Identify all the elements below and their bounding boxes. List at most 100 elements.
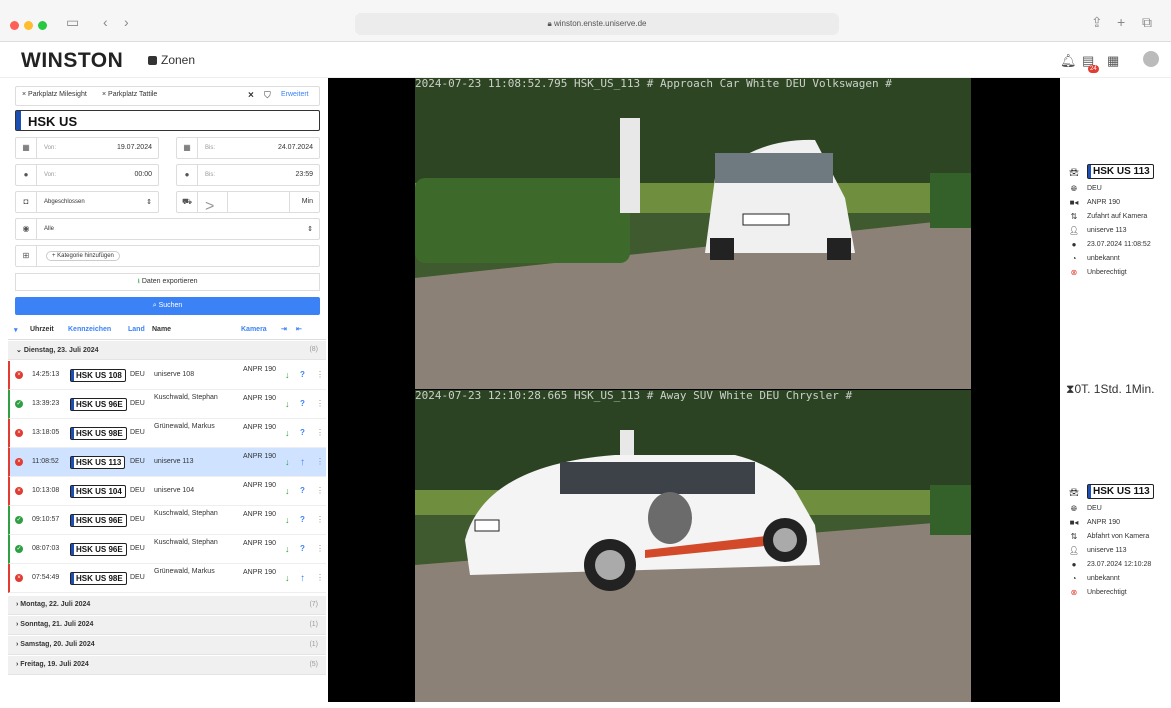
truck-icon: ⛟: [177, 192, 198, 212]
minimize-window-button[interactable]: [24, 21, 33, 30]
row-name[interactable]: uniserve 113: [154, 458, 240, 466]
category-select[interactable]: ◉ Alle ⇕: [15, 218, 320, 240]
more-actions-icon[interactable]: ⋮: [316, 486, 324, 495]
col-country[interactable]: Land: [128, 326, 145, 333]
row-time: 13:18:05: [32, 429, 60, 436]
row-plate: HSK US 113: [70, 456, 126, 469]
app-logo[interactable]: WINSTON: [21, 49, 123, 73]
chip-tattile[interactable]: × Parkplatz Tattile: [102, 91, 157, 98]
col-time[interactable]: Uhrzeit: [30, 326, 54, 333]
denied-icon: ×: [15, 487, 23, 495]
sort-icon[interactable]: ▾: [14, 326, 18, 334]
camera-image-exit[interactable]: 2024-07-23 12:10:28.665 HSK_US_113 # Awa…: [415, 390, 971, 702]
row-camera: ANPR 190: [243, 539, 276, 548]
col-plate[interactable]: Kennzeichen: [68, 326, 111, 333]
share-icon[interactable]: ⇪: [1091, 14, 1103, 31]
clear-filter-icon[interactable]: ×: [248, 90, 254, 101]
detail-direction: ⇅ Abfahrt von Kamera: [1066, 530, 1154, 544]
duration-filter[interactable]: ⛟ > Min: [176, 191, 320, 216]
check-icon: ✓: [15, 516, 23, 524]
sidebar-toggle-icon[interactable]: ▭: [66, 14, 79, 31]
row-name[interactable]: Grünewald, Markus: [154, 568, 240, 576]
table-row[interactable]: × 07:54:49 HSK US 98E DEU Grünewald, Markus A…: [8, 564, 326, 593]
compare-select[interactable]: >: [205, 198, 214, 216]
zone-filter[interactable]: × Parkplatz Milesight × Parkplatz Tattil…: [15, 86, 320, 106]
new-tab-icon[interactable]: +: [1117, 14, 1125, 30]
more-actions-icon[interactable]: ⋮: [316, 370, 324, 379]
to-date-field[interactable]: ▦ Bis: 24.07.2024: [176, 137, 320, 159]
from-date-field[interactable]: ▦ Von: 19.07.2024: [15, 137, 159, 159]
close-window-button[interactable]: [10, 21, 19, 30]
table-row[interactable]: ✓ 13:39:23 HSK US 96E DEU Kuschwald, Stephan…: [8, 390, 326, 419]
forward-icon[interactable]: ›: [124, 14, 129, 30]
from-time-field[interactable]: ● Von: 00:00: [15, 164, 159, 186]
row-camera: ANPR 190: [243, 394, 276, 403]
more-actions-icon[interactable]: ⋮: [316, 457, 324, 466]
filter-icon[interactable]: ⛉: [264, 90, 271, 101]
table-row[interactable]: × 10:13:08 HSK US 104 DEU uniserve 104 ANPR 1…: [8, 477, 326, 506]
eu-band: [16, 111, 21, 130]
detail-camera: ■◂ ANPR 190: [1066, 196, 1154, 210]
table-row[interactable]: × 13:18:05 HSK US 98E DEU Grünewald, Markus A…: [8, 419, 326, 448]
parking-icon: ◘: [16, 192, 37, 212]
row-name[interactable]: uniserve 108: [154, 371, 240, 379]
row-plate: HSK US 104: [70, 485, 126, 498]
row-camera: ANPR 190: [243, 481, 276, 490]
arrow-down-icon: ↓: [285, 428, 290, 438]
zoom-window-button[interactable]: [38, 21, 47, 30]
col-camera[interactable]: Kamera: [241, 326, 267, 333]
notification-badge: 24: [1088, 65, 1099, 73]
tabs-overview-icon[interactable]: ⧉: [1142, 14, 1152, 31]
add-category-button[interactable]: + Kategorie hinzufügen: [46, 251, 120, 261]
status-select[interactable]: ◘ Abgeschlossen ⇕: [15, 191, 159, 213]
group-row[interactable]: › Sonntag, 21. Juli 2024 (1): [8, 616, 326, 635]
back-icon[interactable]: ‹: [103, 14, 108, 30]
bell-icon[interactable]: 🔔︎: [1060, 53, 1077, 69]
row-name[interactable]: Kuschwald, Stephan: [154, 394, 240, 402]
group-row[interactable]: › Montag, 22. Juli 2024 (7): [8, 596, 326, 615]
avatar[interactable]: [1143, 51, 1159, 67]
to-time-field[interactable]: ● Bis: 23:59: [176, 164, 320, 186]
row-name[interactable]: uniserve 104: [154, 487, 240, 495]
row-name[interactable]: Kuschwald, Stephan: [154, 539, 240, 547]
more-actions-icon[interactable]: ⋮: [316, 515, 324, 524]
video-camera-icon: ■◂: [1069, 518, 1079, 527]
detail-auth: ⊗ Unberechtigt: [1066, 266, 1154, 280]
search-button[interactable]: ⌕ Suchen: [15, 297, 320, 315]
exit-icon: ⇤: [296, 326, 302, 333]
table-row[interactable]: ✓ 09:10:57 HSK US 96E DEU Kuschwald, Stephan…: [8, 506, 326, 535]
row-name[interactable]: Grünewald, Markus: [154, 423, 240, 431]
table-row[interactable]: ✓ 08:07:03 HSK US 96E DEU Kuschwald, Stephan…: [8, 535, 326, 564]
table-row[interactable]: × 14:25:13 HSK US 108 DEU uniserve 108 ANPR 1…: [8, 361, 326, 390]
row-time: 10:13:08: [32, 487, 60, 494]
detail-plate-row: 🚘︎ HSK US 113: [1066, 484, 1154, 502]
advanced-link[interactable]: Erweitert: [281, 91, 309, 98]
detail-speed: ◔ unbekannt: [1066, 572, 1154, 586]
more-actions-icon[interactable]: ⋮: [316, 428, 324, 437]
duration-input[interactable]: [227, 192, 290, 212]
row-plate: HSK US 98E: [70, 572, 127, 585]
more-actions-icon[interactable]: ⋮: [316, 544, 324, 553]
unit-select[interactable]: Min: [302, 198, 313, 205]
address-bar[interactable]: 🔒︎ winston.enste.uniserve.de: [355, 13, 839, 35]
table-row[interactable]: × 11:08:52 HSK US 113 DEU uniserve 113 ANPR 1…: [8, 448, 326, 477]
camera-image-entry[interactable]: 2024-07-23 11:08:52.795 HSK_US_113 # App…: [415, 78, 971, 389]
row-name[interactable]: Kuschwald, Stephan: [154, 510, 240, 518]
plate-search-input[interactable]: HSK US: [15, 110, 320, 131]
denied-icon: ×: [15, 371, 23, 379]
more-actions-icon[interactable]: ⋮: [316, 573, 324, 582]
col-name[interactable]: Name: [152, 326, 171, 333]
more-actions-icon[interactable]: ⋮: [316, 399, 324, 408]
chip-milesight[interactable]: × Parkplatz Milesight: [22, 91, 87, 98]
detail-plate: HSK US 113: [1087, 484, 1154, 499]
group-row[interactable]: ⌄ Dienstag, 23. Juli 2024 (8): [8, 341, 326, 360]
apps-grid-icon[interactable]: ▦: [1107, 53, 1119, 69]
export-button[interactable]: ⭳ Daten exportieren: [15, 273, 320, 291]
zones-nav[interactable]: Zonen: [148, 53, 195, 67]
group-row[interactable]: › Samstag, 20. Juli 2024 (1): [8, 636, 326, 655]
arrow-down-icon: ↓: [285, 515, 290, 525]
group-row[interactable]: › Freitag, 19. Juli 2024 (5): [8, 656, 326, 675]
denied-icon: ×: [15, 429, 23, 437]
row-camera: ANPR 190: [243, 452, 276, 461]
car-icon: 🚘︎: [1068, 168, 1080, 177]
